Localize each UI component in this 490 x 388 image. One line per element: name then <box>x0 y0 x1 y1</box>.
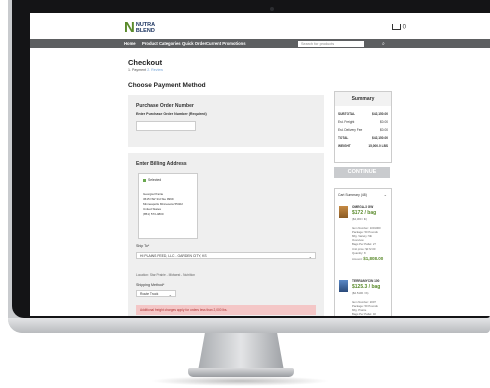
billing-panel: Enter Billing Address Selected Georgia P… <box>128 153 324 316</box>
stand-shadow <box>150 376 330 386</box>
shipping-method-select[interactable]: Route Truck ⌄ <box>136 290 176 297</box>
check-icon <box>143 178 146 182</box>
shipping-method-value: Route Truck <box>140 292 159 296</box>
summary-label: TOTAL <box>338 136 349 140</box>
chevron-down-icon: ⌄ <box>168 292 172 297</box>
summary-row-freight: Est. Freight $0.00 <box>338 120 388 124</box>
item-detail: Bags Per Pallet: 40 <box>352 312 376 316</box>
summary-value: $42,150.00 <box>372 136 388 140</box>
chevron-down-icon[interactable]: ⌄ <box>384 192 387 197</box>
summary-value: $42,150.00 <box>372 112 388 116</box>
item-price-sub: ($2.5100 / lb) <box>352 291 369 295</box>
item-name[interactable]: TERRAMYCIN 100 <box>352 279 379 283</box>
logo-line-2: BLEND <box>135 27 155 34</box>
item-amount: Amount: $1,808.00 <box>352 256 383 261</box>
cart-summary-header[interactable]: Cart Summary (48) <box>338 193 367 197</box>
item-name[interactable]: OMEGA-3 GW <box>352 205 373 209</box>
search-input[interactable]: Search for products <box>298 40 364 47</box>
nav-home[interactable]: Home <box>124 41 136 46</box>
location-text: Location: Star Prairie - Midwest - Nutri… <box>136 273 195 277</box>
address-line: 3615 NW 3rd Ste 9999 <box>143 197 174 201</box>
chevron-down-icon: ⌄ <box>308 254 312 259</box>
freight-alert: Additional freight charges apply for ord… <box>136 305 316 315</box>
summary-label: Est. Delivery Fee <box>338 128 363 132</box>
summary-row-delivery: Est. Delivery Fee $0.00 <box>338 128 388 132</box>
order-summary: Summary SUBTOTAL $42,150.00 Est. Freight $… <box>334 91 392 163</box>
item-amount-value: $1,808.00 <box>363 256 384 261</box>
address-line: United States <box>143 207 162 211</box>
cart-icon <box>392 24 401 30</box>
ship-to-label: Ship To* <box>136 244 150 248</box>
summary-value: 15,000.0 LBS <box>368 144 388 148</box>
summary-title: Summary <box>335 92 391 106</box>
main-nav: Home Product Categories Quick Order Curr… <box>30 39 490 48</box>
product-image <box>339 206 348 218</box>
address-line: (851) 573-4800 <box>143 212 164 216</box>
site-header: N NUTRA BLEND 0 <box>30 13 490 39</box>
billing-title: Enter Billing Address <box>136 161 187 167</box>
summary-label: WEIGHT <box>338 144 351 148</box>
address-line: Minneapolis Minnesota 55402 <box>143 202 183 206</box>
item-price-sub: ($4,300 / lb) <box>352 217 367 221</box>
ship-to-value: HI PLAINS FEED, LLC - GARDEN CITY, KS <box>140 254 207 258</box>
ship-to-select[interactable]: HI PLAINS FEED, LLC - GARDEN CITY, KS ⌄ <box>136 252 316 259</box>
summary-label: Est. Freight <box>338 120 355 124</box>
address-line: Georgia Prairie <box>143 192 164 196</box>
summary-row-subtotal: SUBTOTAL $42,150.00 <box>338 112 388 116</box>
continue-button[interactable]: CONTINUE <box>334 167 390 178</box>
summary-value: $0.00 <box>380 128 388 132</box>
screen: N NUTRA BLEND 0 Home Product Categories … <box>30 13 490 316</box>
step-review[interactable]: 2. Review <box>147 68 163 72</box>
po-panel: Purchase Order Number Enter Purchase Ord… <box>128 95 324 147</box>
step-payment[interactable]: 1. Payment <box>128 68 146 72</box>
item-detail: Bags Per Pallet: 27 <box>352 242 376 246</box>
product-image <box>339 280 348 292</box>
logo-mark: N <box>124 19 135 36</box>
cart-button[interactable]: 0 <box>392 24 406 31</box>
po-input[interactable] <box>136 121 196 131</box>
cart-summary: Cart Summary (48) ⌄ OMEGA-3 GW $172 / ba… <box>334 188 392 316</box>
monitor-bezel: N NUTRA BLEND 0 Home Product Categories … <box>12 0 490 318</box>
nav-product-categories[interactable]: Product Categories <box>142 41 181 46</box>
section-title: Choose Payment Method <box>128 82 206 89</box>
camera-dot <box>270 7 274 11</box>
summary-value: $0.00 <box>380 120 388 124</box>
po-title: Purchase Order Number <box>136 103 194 109</box>
page-title: Checkout <box>128 58 163 67</box>
po-label: Enter Purchase Order Number (Required) <box>136 112 207 116</box>
summary-label: SUBTOTAL <box>338 112 356 116</box>
summary-row-weight: WEIGHT 15,000.0 LBS <box>338 144 388 148</box>
selected-label: Selected <box>148 178 162 182</box>
summary-row-total: TOTAL $42,150.00 <box>338 136 388 140</box>
item-price: $125.3 / bag <box>352 284 381 290</box>
search-icon[interactable]: ⌕ <box>382 41 385 47</box>
logo-text: NUTRA BLEND <box>136 22 155 34</box>
shipping-method-label: Shipping Method* <box>136 283 165 287</box>
monitor-base <box>188 368 294 377</box>
cart-count: 0 <box>402 24 407 31</box>
logo[interactable]: N NUTRA BLEND <box>124 20 155 35</box>
selected-indicator: Selected <box>143 178 161 182</box>
breadcrumb: 1. Payment 2. Review <box>128 68 163 72</box>
monitor: N NUTRA BLEND 0 Home Product Categories … <box>8 0 490 333</box>
item-price: $172 / bag <box>352 210 377 216</box>
nav-current-promotions[interactable]: Current Promotions <box>206 41 246 46</box>
nav-quick-order[interactable]: Quick Order <box>182 41 206 46</box>
address-card[interactable]: Selected Georgia Prairie 3615 NW 3rd Ste… <box>138 173 198 239</box>
monitor-chin <box>8 318 490 333</box>
item-quantity[interactable]: Quantity: 8 <box>352 251 366 255</box>
item-amount-label: Amount: <box>352 257 363 261</box>
monitor-stand <box>198 333 284 371</box>
